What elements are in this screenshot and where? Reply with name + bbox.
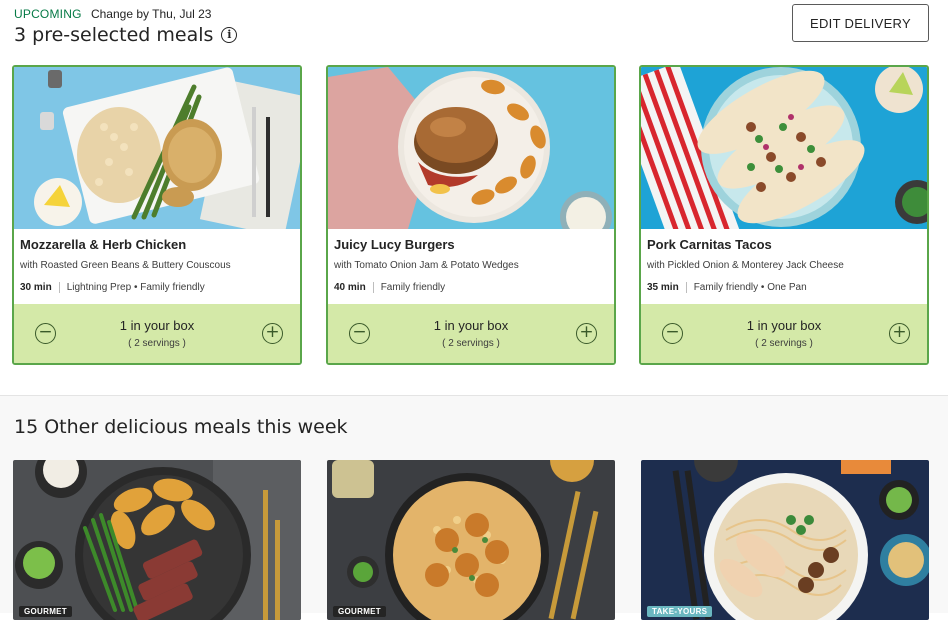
quantity-label: 1 in your box xyxy=(746,318,822,333)
meal-name[interactable]: Juicy Lucy Burgers xyxy=(334,237,455,252)
delivery-status-line: UPCOMING Change by Thu, Jul 23 xyxy=(14,7,211,21)
selected-meals-title: 3 pre-selected meals xyxy=(14,24,214,46)
meal-time: 35 min xyxy=(647,282,687,293)
meal-tile[interactable]: GOURMET xyxy=(13,460,301,620)
meal-card[interactable]: Juicy Lucy Burgers with Tomato Onion Jam… xyxy=(326,65,616,365)
meal-card[interactable]: Mozzarella & Herb Chicken with Roasted G… xyxy=(12,65,302,365)
meal-meta: 30 min Lightning Prep • Family friendly xyxy=(20,282,205,293)
other-meals-section: 15 Other delicious meals this week GOURM… xyxy=(0,396,948,620)
plus-icon[interactable]: + xyxy=(889,323,910,344)
meal-time: 40 min xyxy=(334,282,374,293)
meal-subtitle: with Roasted Green Beans & Buttery Cousc… xyxy=(20,260,231,271)
meal-tag-badge: TAKE-YOURS xyxy=(647,606,713,617)
meal-photo xyxy=(14,67,300,229)
meal-tile[interactable]: TAKE-YOURS xyxy=(641,460,929,620)
meal-name[interactable]: Mozzarella & Herb Chicken xyxy=(20,237,186,252)
upcoming-label: UPCOMING xyxy=(14,7,82,21)
servings-label: ( 2 servings ) xyxy=(128,338,186,349)
selected-meals-section: UPCOMING Change by Thu, Jul 23 3 pre-sel… xyxy=(0,0,948,395)
meal-meta: 40 min Family friendly xyxy=(334,282,445,293)
quantity-box: − 1 in your box ( 2 servings ) + xyxy=(14,304,300,363)
other-meals-title: 15 Other delicious meals this week xyxy=(14,416,348,438)
info-icon[interactable]: i xyxy=(221,27,238,43)
meal-tile[interactable]: GOURMET xyxy=(327,460,615,620)
plus-icon[interactable]: + xyxy=(576,323,597,344)
meal-card[interactable]: Pork Carnitas Tacos with Pickled Onion &… xyxy=(639,65,929,365)
change-deadline: Change by Thu, Jul 23 xyxy=(90,7,212,21)
meal-tag-badge: GOURMET xyxy=(19,606,72,617)
edit-delivery-button[interactable]: EDIT DELIVERY xyxy=(792,4,929,42)
meal-photo xyxy=(328,67,614,229)
meal-tags: Family friendly • One Pan xyxy=(693,282,807,293)
quantity-label: 1 in your box xyxy=(119,318,195,333)
meal-tags: Family friendly xyxy=(380,282,446,293)
quantity-label: 1 in your box xyxy=(433,318,509,333)
meal-meta: 35 min Family friendly • One Pan xyxy=(647,282,807,293)
quantity-box: − 1 in your box ( 2 servings ) + xyxy=(328,304,614,363)
servings-label: ( 2 servings ) xyxy=(442,338,500,349)
meal-time: 30 min xyxy=(20,282,60,293)
page-title: 3 pre-selected meals i xyxy=(14,24,238,46)
meal-subtitle: with Tomato Onion Jam & Potato Wedges xyxy=(334,260,519,271)
plus-icon[interactable]: + xyxy=(262,323,283,344)
meal-name[interactable]: Pork Carnitas Tacos xyxy=(647,237,772,252)
servings-label: ( 2 servings ) xyxy=(755,338,813,349)
meal-photo xyxy=(641,67,927,229)
meal-tags: Lightning Prep • Family friendly xyxy=(66,282,205,293)
meal-tag-badge: GOURMET xyxy=(333,606,386,617)
quantity-box: − 1 in your box ( 2 servings ) + xyxy=(641,304,927,363)
meal-subtitle: with Pickled Onion & Monterey Jack Chees… xyxy=(647,260,844,271)
